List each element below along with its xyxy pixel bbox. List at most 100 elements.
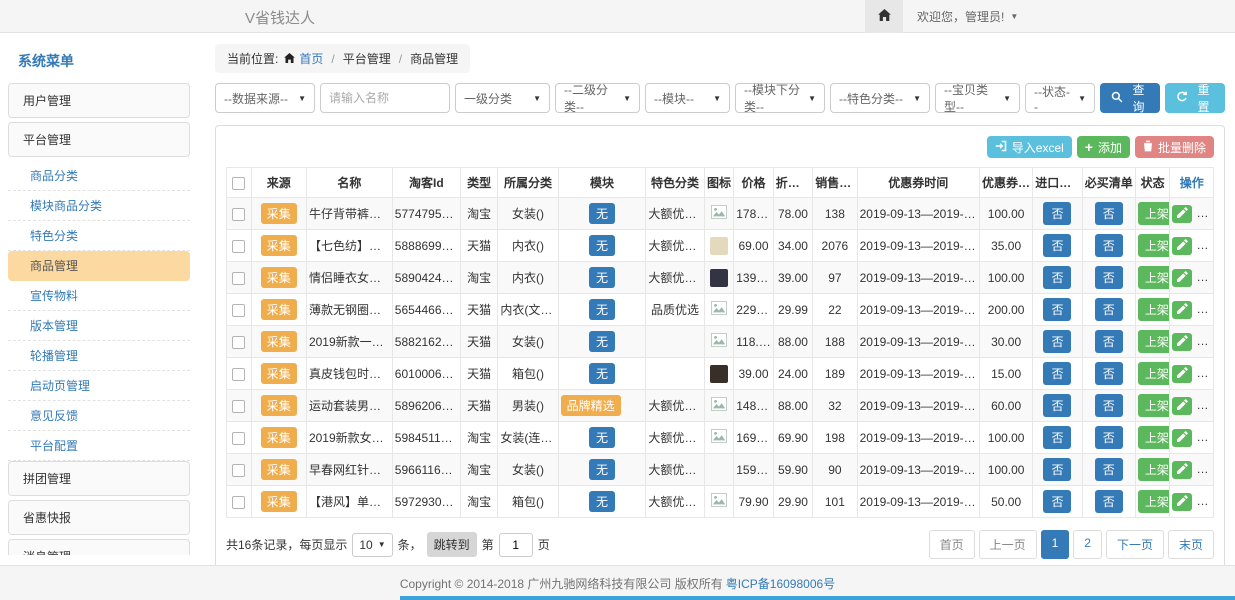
sidebar-item-13[interactable]: 省惠快报 <box>8 500 190 535</box>
row-checkbox[interactable] <box>232 304 245 317</box>
page-link-0[interactable]: 首页 <box>929 530 975 559</box>
row-checkbox[interactable] <box>232 336 245 349</box>
cell-module: 无 <box>558 454 646 486</box>
imported-toggle[interactable]: 否 <box>1043 458 1071 481</box>
edit-icon <box>1177 462 1188 477</box>
filter-select-8[interactable]: --状态--▼ <box>1025 83 1095 113</box>
select-all-checkbox[interactable] <box>232 177 245 190</box>
imported-toggle[interactable]: 否 <box>1043 490 1071 513</box>
imported-toggle[interactable]: 否 <box>1043 298 1071 321</box>
must-buy-toggle[interactable]: 否 <box>1095 202 1123 225</box>
filter-select-2[interactable]: 一级分类▼ <box>455 83 550 113</box>
edit-button[interactable] <box>1172 493 1192 511</box>
row-checkbox[interactable] <box>232 400 245 413</box>
edit-button[interactable] <box>1172 301 1192 319</box>
edit-button[interactable] <box>1172 397 1192 415</box>
sidebar-item-1[interactable]: 平台管理 <box>8 122 190 157</box>
imported-toggle[interactable]: 否 <box>1043 394 1071 417</box>
status-toggle[interactable]: 上架 <box>1138 202 1170 225</box>
sidebar-item-6[interactable]: 宣传物料 <box>8 281 190 311</box>
edit-button[interactable] <box>1172 333 1192 351</box>
icp-link[interactable]: 粤ICP备16098006号 <box>726 575 835 592</box>
sidebar-item-8[interactable]: 轮播管理 <box>8 341 190 371</box>
row-checkbox[interactable] <box>232 208 245 221</box>
user-menu[interactable]: 欢迎您，管理员! ▼ <box>917 8 1018 25</box>
must-buy-toggle[interactable]: 否 <box>1095 266 1123 289</box>
row-checkbox[interactable] <box>232 272 245 285</box>
status-toggle[interactable]: 上架 <box>1138 298 1170 321</box>
sidebar-item-2[interactable]: 商品分类 <box>8 161 190 191</box>
sidebar-item-14[interactable]: 消息管理 <box>8 539 190 555</box>
must-buy-toggle[interactable]: 否 <box>1095 298 1123 321</box>
sidebar-item-9[interactable]: 启动页管理 <box>8 371 190 401</box>
edit-button[interactable] <box>1172 237 1192 255</box>
reset-button[interactable]: 重置 <box>1165 83 1225 113</box>
page-link-1[interactable]: 上一页 <box>979 530 1037 559</box>
edit-button[interactable] <box>1172 269 1192 287</box>
imported-toggle[interactable]: 否 <box>1043 202 1071 225</box>
cell-type: 淘宝 <box>460 262 498 294</box>
sidebar-item-3[interactable]: 模块商品分类 <box>8 191 190 221</box>
imported-toggle[interactable]: 否 <box>1043 362 1071 385</box>
jump-button[interactable]: 跳转到 <box>427 532 477 557</box>
name-search-input[interactable] <box>320 83 450 113</box>
row-checkbox[interactable] <box>232 432 245 445</box>
must-buy-toggle[interactable]: 否 <box>1095 394 1123 417</box>
filter-select-7[interactable]: --宝贝类型--▼ <box>935 83 1020 113</box>
status-toggle[interactable]: 上架 <box>1138 458 1170 481</box>
batch-delete-button[interactable]: 批量删除 <box>1135 136 1214 158</box>
edit-button[interactable] <box>1172 461 1192 479</box>
status-toggle[interactable]: 上架 <box>1138 426 1170 449</box>
row-checkbox[interactable] <box>232 240 245 253</box>
edit-button[interactable] <box>1172 205 1192 223</box>
sidebar-item-4[interactable]: 特色分类 <box>8 221 190 251</box>
sidebar-item-7[interactable]: 版本管理 <box>8 311 190 341</box>
cell-must-buy-toggle: 否 <box>1082 358 1135 390</box>
sidebar-item-12[interactable]: 拼团管理 <box>8 461 190 496</box>
imported-toggle[interactable]: 否 <box>1043 266 1071 289</box>
cell-checkbox <box>227 422 252 454</box>
status-toggle[interactable]: 上架 <box>1138 330 1170 353</box>
source-badge: 采集 <box>261 459 297 480</box>
search-button[interactable]: 查询 <box>1100 83 1160 113</box>
imported-toggle[interactable]: 否 <box>1043 330 1071 353</box>
sidebar-item-11[interactable]: 平台配置 <box>8 431 190 461</box>
status-toggle[interactable]: 上架 <box>1138 490 1170 513</box>
filter-select-value: --宝贝类型-- <box>944 81 998 115</box>
must-buy-toggle[interactable]: 否 <box>1095 330 1123 353</box>
filter-select-5[interactable]: --模块下分类--▼ <box>735 83 825 113</box>
imported-toggle[interactable]: 否 <box>1043 234 1071 257</box>
page-link-3[interactable]: 2 <box>1073 530 1102 559</box>
sidebar-item-5[interactable]: 商品管理 <box>8 251 190 281</box>
page-link-4[interactable]: 下一页 <box>1106 530 1164 559</box>
imported-toggle[interactable]: 否 <box>1043 426 1071 449</box>
sidebar-item-0[interactable]: 用户管理 <box>8 83 190 118</box>
edit-button[interactable] <box>1172 365 1192 383</box>
must-buy-toggle[interactable]: 否 <box>1095 458 1123 481</box>
status-toggle[interactable]: 上架 <box>1138 362 1170 385</box>
row-checkbox[interactable] <box>232 496 245 509</box>
filter-select-4[interactable]: --模块--▼ <box>645 83 730 113</box>
filter-select-0[interactable]: --数据来源--▼ <box>215 83 315 113</box>
edit-button[interactable] <box>1172 429 1192 447</box>
home-button[interactable] <box>865 0 903 33</box>
must-buy-toggle[interactable]: 否 <box>1095 234 1123 257</box>
page-size-select[interactable]: 10 ▼ <box>352 533 392 557</box>
status-toggle[interactable]: 上架 <box>1138 234 1170 257</box>
must-buy-toggle[interactable]: 否 <box>1095 426 1123 449</box>
filter-select-3[interactable]: --二级分类--▼ <box>555 83 640 113</box>
page-link-2[interactable]: 1 <box>1041 530 1070 559</box>
must-buy-toggle[interactable]: 否 <box>1095 362 1123 385</box>
page-link-5[interactable]: 末页 <box>1168 530 1214 559</box>
row-checkbox[interactable] <box>232 464 245 477</box>
row-checkbox[interactable] <box>232 368 245 381</box>
sidebar-item-10[interactable]: 意见反馈 <box>8 401 190 431</box>
must-buy-toggle[interactable]: 否 <box>1095 490 1123 513</box>
status-toggle[interactable]: 上架 <box>1138 266 1170 289</box>
filter-select-6[interactable]: --特色分类--▼ <box>830 83 930 113</box>
add-button[interactable]: + 添加 <box>1077 136 1130 158</box>
breadcrumb-home-link[interactable]: 首页 <box>284 50 323 67</box>
import-excel-button[interactable]: 导入excel <box>987 136 1072 158</box>
jump-page-input[interactable] <box>499 533 533 557</box>
status-toggle[interactable]: 上架 <box>1138 394 1170 417</box>
